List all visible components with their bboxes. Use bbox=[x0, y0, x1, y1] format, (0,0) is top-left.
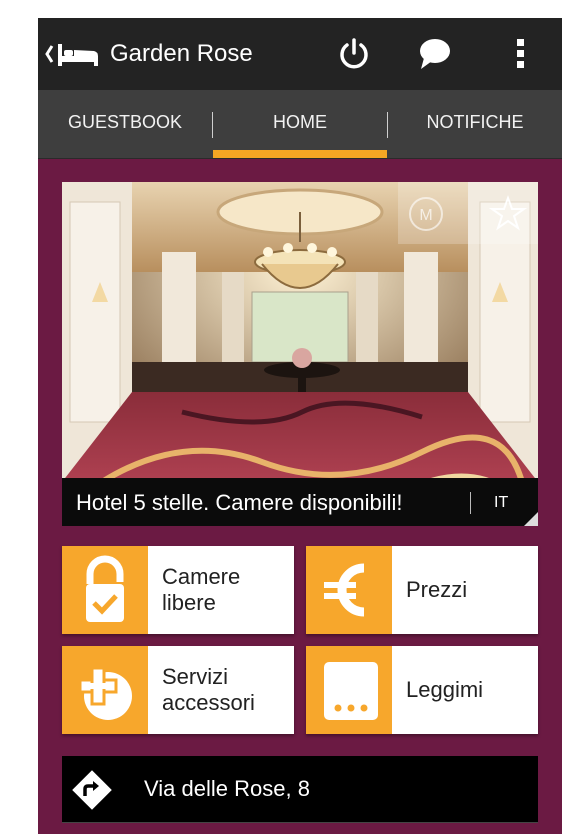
hero-caption-bar: Hotel 5 stelle. Camere disponibili! IT bbox=[62, 478, 538, 526]
euro-icon bbox=[306, 546, 392, 634]
action-bar: Garden Rose bbox=[38, 18, 562, 90]
tile-servizi-accessori[interactable]: Servizi accessori bbox=[62, 646, 294, 734]
badge-m-icon: M bbox=[409, 197, 443, 231]
star-icon bbox=[488, 195, 528, 231]
ellipsis-icon bbox=[306, 646, 392, 734]
chevron-left-icon bbox=[45, 45, 54, 63]
overflow-menu-icon[interactable] bbox=[503, 36, 539, 72]
corner-indicator-icon bbox=[524, 512, 538, 526]
directions-icon bbox=[72, 770, 112, 810]
tab-home[interactable]: HOME bbox=[213, 90, 387, 158]
tile-leggimi[interactable]: Leggimi bbox=[306, 646, 538, 734]
plus-services-icon bbox=[62, 646, 148, 734]
tab-notifiche[interactable]: NOTIFICHE bbox=[388, 90, 562, 158]
language-selector[interactable]: IT bbox=[494, 492, 508, 514]
app-screen: Garden Rose GUESTBOOK HOME NOTIFICHE M H… bbox=[38, 18, 562, 834]
hotel-lobby-image[interactable]: M bbox=[62, 182, 538, 526]
tab-bar: GUESTBOOK HOME NOTIFICHE bbox=[38, 90, 562, 159]
tile-camere-libere[interactable]: Camere libere bbox=[62, 546, 294, 634]
bed-icon bbox=[58, 44, 98, 66]
tile-label: Prezzi bbox=[406, 577, 468, 602]
hero-badge-area: M bbox=[398, 182, 538, 244]
tile-prezzi[interactable]: Prezzi bbox=[306, 546, 538, 634]
active-tab-indicator bbox=[213, 150, 387, 158]
tile-label: Camere libere bbox=[162, 564, 241, 615]
power-icon[interactable] bbox=[336, 36, 372, 72]
app-title: Garden Rose bbox=[110, 40, 253, 67]
tile-label: Servizi accessori bbox=[162, 664, 255, 715]
address-bar[interactable]: Via delle Rose, 8 bbox=[62, 756, 538, 823]
caption-divider bbox=[470, 492, 471, 514]
tab-guestbook[interactable]: GUESTBOOK bbox=[38, 90, 212, 158]
back-home-button[interactable] bbox=[44, 38, 104, 70]
address-text: Via delle Rose, 8 bbox=[144, 776, 310, 801]
chat-bubble-icon[interactable] bbox=[416, 36, 452, 72]
lock-check-icon bbox=[62, 546, 148, 634]
tile-label: Leggimi bbox=[406, 677, 484, 702]
hero-caption: Hotel 5 stelle. Camere disponibili! bbox=[76, 490, 403, 515]
svg-text:M: M bbox=[419, 207, 432, 224]
